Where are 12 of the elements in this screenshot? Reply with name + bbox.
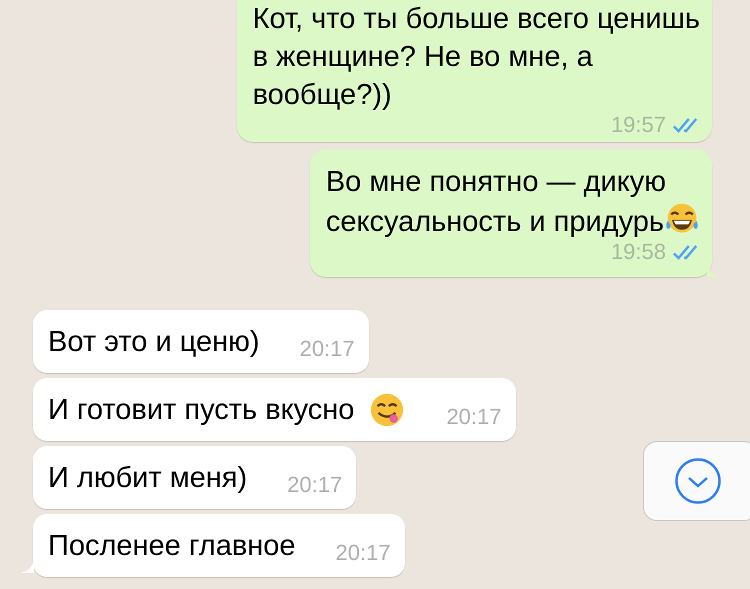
message-time: 19:57	[610, 112, 666, 138]
message-text: И готовит пусть вкусно	[48, 392, 354, 428]
message-time: 20:17	[446, 403, 502, 431]
message-time: 19:58	[610, 239, 666, 265]
message-text: Во мне понятно — дикую сексуальность и придурь	[326, 166, 666, 238]
message-text: Посленее главное	[48, 528, 296, 564]
message-text: И любит меня)	[48, 460, 248, 496]
message-text: Вот это и ценю)	[48, 324, 260, 360]
message-time: 20:17	[336, 539, 391, 567]
message-time: 20:17	[287, 471, 342, 499]
message-time: 20:17	[300, 335, 355, 363]
message-text: Кот, что ты больше всего ценишь в женщине? Не во мне, а вообще?))	[252, 3, 700, 111]
